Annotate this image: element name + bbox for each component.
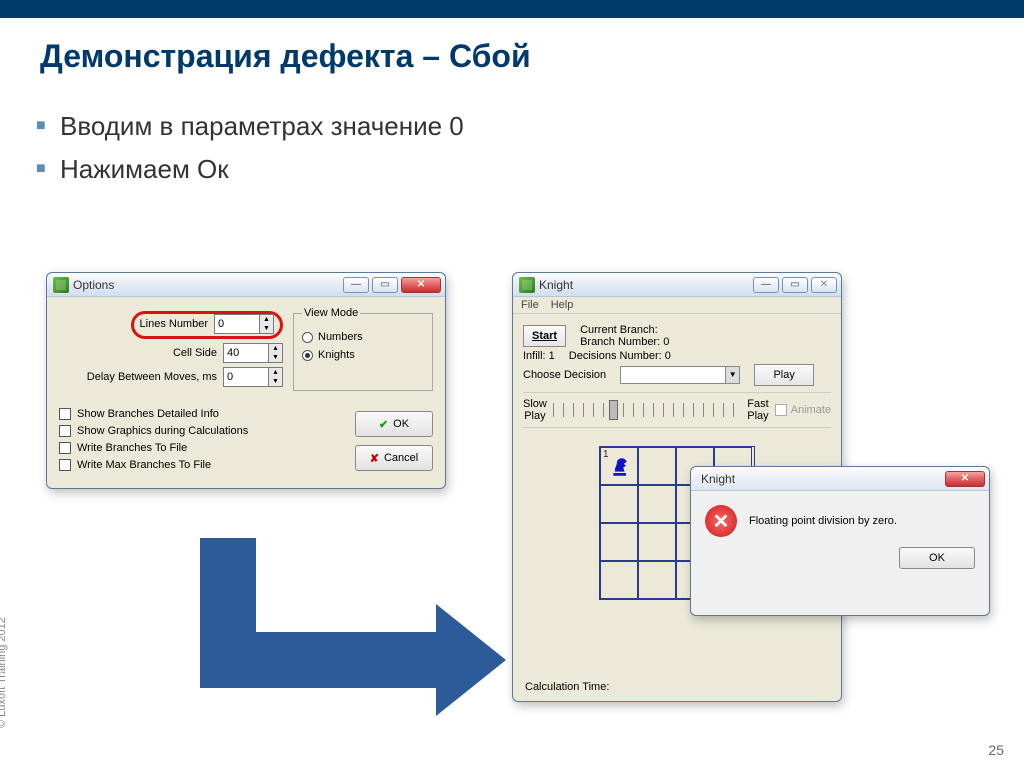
speed-slider[interactable]: [553, 403, 741, 417]
menu-file[interactable]: File: [521, 299, 539, 311]
error-icon: ✕: [705, 505, 737, 537]
cell-side-label: Cell Side: [173, 347, 217, 359]
choose-decision-label: Choose Decision: [523, 369, 606, 381]
bullet-1: Вводим в параметрах значение 0: [60, 105, 1024, 148]
spin-down-icon[interactable]: ▼: [269, 353, 282, 362]
options-window: Options — ▭ ✕ Lines Number ▲▼: [46, 272, 446, 489]
board-cell[interactable]: 1: [600, 447, 638, 485]
animate-label: Animate: [791, 404, 831, 416]
ok-button[interactable]: ✔ OK: [355, 411, 433, 437]
chk-writebr-label: Write Branches To File: [77, 442, 187, 454]
error-message: Floating point division by zero.: [749, 515, 897, 527]
spin-up-icon[interactable]: ▲: [269, 368, 282, 377]
slide-title: Демонстрация дефекта – Сбой: [0, 18, 1024, 75]
page-number: 25: [988, 742, 1004, 758]
start-button[interactable]: Start: [523, 325, 566, 347]
play-button[interactable]: Play: [754, 364, 814, 386]
animate-checkbox[interactable]: Animate: [775, 404, 831, 416]
cancel-button[interactable]: ✘ Cancel: [355, 445, 433, 471]
board-cell[interactable]: [600, 561, 638, 599]
chevron-down-icon: ▼: [725, 367, 739, 383]
branch-number-label: Branch Number: 0: [580, 336, 669, 348]
flow-arrow-icon: [200, 538, 520, 688]
cell-side-input[interactable]: [223, 343, 269, 363]
view-mode-fieldset: View Mode Numbers Knights: [293, 307, 433, 391]
options-titlebar[interactable]: Options — ▭ ✕: [47, 273, 445, 297]
error-window-title: Knight: [697, 472, 945, 486]
options-app-icon: [53, 277, 69, 293]
ok-label: OK: [393, 418, 409, 430]
decision-select[interactable]: ▼: [620, 366, 740, 384]
knight-app-icon: [519, 277, 535, 293]
close-button[interactable]: ✕: [401, 277, 441, 293]
knight-titlebar[interactable]: Knight — ▭ ✕: [513, 273, 841, 297]
delay-input[interactable]: [223, 367, 269, 387]
maximize-button[interactable]: ▭: [372, 277, 398, 293]
x-icon: ✘: [370, 452, 379, 465]
chk-detailed-label: Show Branches Detailed Info: [77, 408, 219, 420]
chk-detailed[interactable]: Show Branches Detailed Info: [59, 408, 345, 420]
spin-down-icon[interactable]: ▼: [269, 377, 282, 386]
calc-time-label: Calculation Time:: [525, 681, 609, 693]
board-cell[interactable]: [638, 447, 676, 485]
board-cell[interactable]: [638, 485, 676, 523]
menu-help[interactable]: Help: [551, 299, 574, 311]
current-branch-label: Current Branch:: [580, 324, 669, 336]
delay-label: Delay Between Moves, ms: [87, 371, 217, 383]
close-button[interactable]: ✕: [945, 471, 985, 487]
knight-piece-icon: [605, 452, 633, 480]
board-cell[interactable]: [600, 485, 638, 523]
lines-number-highlight: Lines Number ▲▼: [131, 311, 283, 339]
options-window-title: Options: [73, 278, 343, 292]
lines-number-label: Lines Number: [140, 318, 208, 330]
bullet-2: Нажимаем Ок: [60, 148, 1024, 191]
chk-writemax[interactable]: Write Max Branches To File: [59, 459, 345, 471]
board-cell[interactable]: [600, 523, 638, 561]
decisions-label: Decisions Number: 0: [569, 350, 671, 362]
board-cell[interactable]: [638, 523, 676, 561]
view-mode-legend: View Mode: [302, 307, 360, 319]
chk-graphics-label: Show Graphics during Calculations: [77, 425, 248, 437]
spin-down-icon[interactable]: ▼: [260, 324, 273, 333]
close-button[interactable]: ✕: [811, 277, 837, 293]
error-ok-button[interactable]: OK: [899, 547, 975, 569]
chk-writemax-label: Write Max Branches To File: [77, 459, 211, 471]
board-cell[interactable]: [638, 561, 676, 599]
infill-label: Infill: 1: [523, 350, 555, 362]
chk-graphics[interactable]: Show Graphics during Calculations: [59, 425, 345, 437]
fast-play-label: Fast Play: [747, 398, 768, 422]
minimize-button[interactable]: —: [753, 277, 779, 293]
check-icon: ✔: [379, 418, 388, 431]
chk-writebr[interactable]: Write Branches To File: [59, 442, 345, 454]
spin-up-icon[interactable]: ▲: [260, 315, 273, 324]
lines-number-spinner[interactable]: ▲▼: [214, 314, 274, 334]
radio-numbers-label: Numbers: [318, 331, 363, 343]
radio-knights[interactable]: Knights: [302, 349, 424, 361]
error-dialog: Knight ✕ ✕ Floating point division by ze…: [690, 466, 990, 616]
slow-play-label: Slow Play: [523, 398, 547, 422]
cancel-label: Cancel: [384, 452, 418, 464]
knight-window-title: Knight: [539, 278, 753, 292]
copyright: © Luxoft Training 2012: [0, 617, 8, 728]
spin-up-icon[interactable]: ▲: [269, 344, 282, 353]
cell-side-spinner[interactable]: ▲▼: [223, 343, 283, 363]
delay-spinner[interactable]: ▲▼: [223, 367, 283, 387]
error-titlebar[interactable]: Knight ✕: [691, 467, 989, 491]
lines-number-input[interactable]: [214, 314, 260, 334]
minimize-button[interactable]: —: [343, 277, 369, 293]
radio-knights-label: Knights: [318, 349, 355, 361]
radio-numbers[interactable]: Numbers: [302, 331, 424, 343]
maximize-button[interactable]: ▭: [782, 277, 808, 293]
